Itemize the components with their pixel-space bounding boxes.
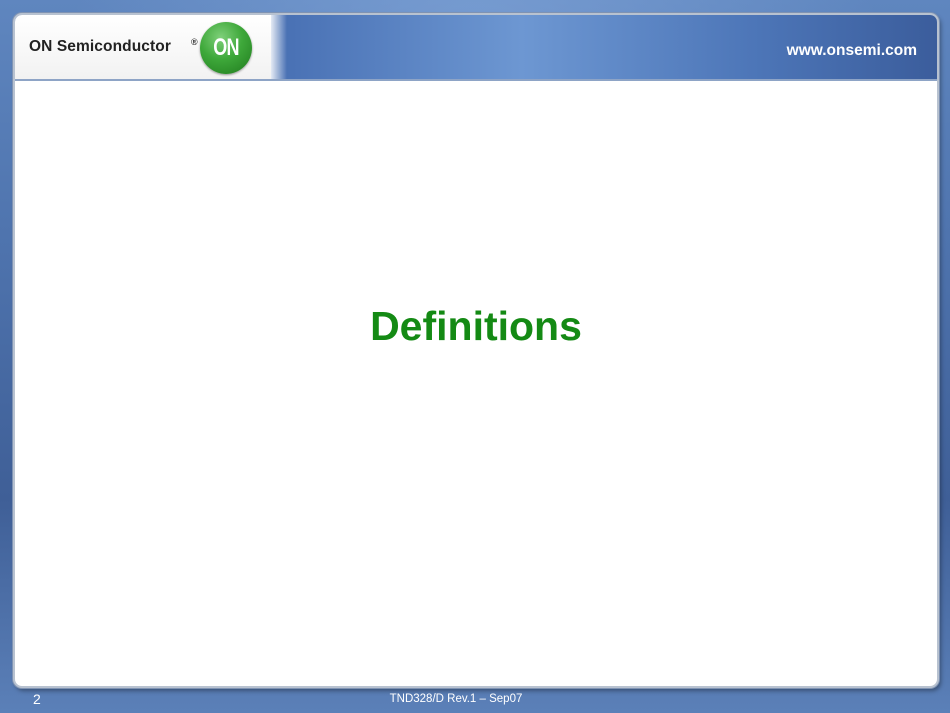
document-id: TND328/D Rev.1 – Sep07 — [389, 693, 523, 705]
on-logo-text: ON — [213, 34, 239, 61]
slide-title: Definitions — [370, 303, 582, 349]
header-bar: ON Semiconductor ® ON www.onsemi.com — [15, 15, 937, 81]
slide: ON Semiconductor ® ON www.onsemi.com Def… — [0, 0, 950, 713]
on-logo-icon: ON — [200, 22, 252, 74]
content-panel: ON Semiconductor ® ON www.onsemi.com Def… — [13, 13, 939, 688]
logo-area: ON Semiconductor ® ON — [15, 15, 287, 79]
company-name: ON Semiconductor — [29, 38, 171, 55]
website-url: www.onsemi.com — [786, 42, 917, 59]
registered-mark: ® — [191, 37, 198, 47]
